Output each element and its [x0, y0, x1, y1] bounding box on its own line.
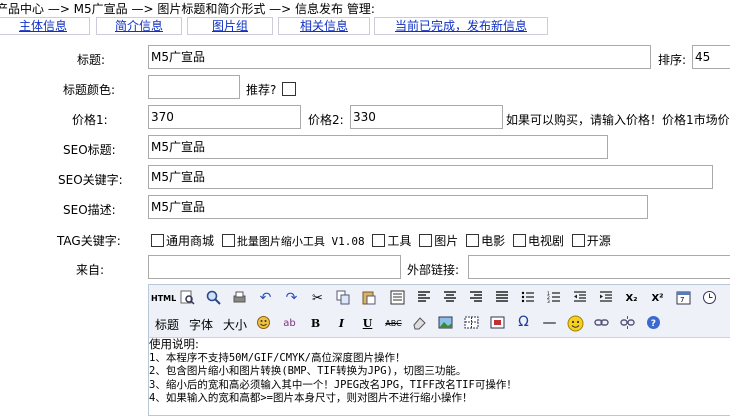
tab-related-info[interactable]: 相关信息	[278, 17, 370, 35]
tag-list: 通用商城 批量图片缩小工具 V1.08 工具 图片 电影 电视剧 开源	[151, 232, 615, 249]
font-dropdown[interactable]: 字体	[189, 316, 213, 333]
tag-item[interactable]: 工具	[372, 234, 411, 248]
redo-icon[interactable]: ↷	[283, 290, 300, 307]
horizontal-rule-icon[interactable]: —	[541, 315, 558, 332]
insert-image-icon[interactable]	[437, 315, 454, 332]
eraser-icon[interactable]	[411, 315, 428, 332]
sort-input[interactable]: 45	[692, 45, 730, 69]
superscript-icon[interactable]: X²	[649, 290, 666, 307]
tag-item[interactable]: 批量图片缩小工具 V1.08	[221, 234, 365, 248]
content-line: 1、本程序不支持50M/GIF/CMYK/高位深度图片操作！	[149, 351, 406, 364]
seo-keywords-input[interactable]: M5广宣品	[148, 165, 713, 189]
help-icon[interactable]: ?	[645, 315, 662, 332]
tag-checkbox[interactable]	[466, 234, 480, 247]
select-all-icon[interactable]	[389, 290, 406, 307]
tag-item[interactable]: 电影	[466, 234, 505, 248]
content-line: 4、如果输入的宽和高都>=图片本身尺寸，则对图片不进行缩小操作！	[149, 392, 473, 404]
tab-publish-new[interactable]: 当前已完成，发布新信息	[374, 17, 548, 35]
tag-item[interactable]: 图片	[419, 234, 458, 248]
title-input[interactable]: M5广宣品	[148, 45, 651, 69]
seo-desc-input[interactable]: M5广宣品	[148, 195, 648, 219]
seo-title-input[interactable]: M5广宣品	[148, 135, 608, 159]
undo-icon[interactable]: ↶	[257, 290, 274, 307]
seo-keywords-label: SEO关键字:	[58, 173, 123, 187]
indent-icon[interactable]	[597, 290, 614, 307]
external-link-input[interactable]	[468, 255, 730, 279]
find-icon[interactable]	[205, 290, 222, 307]
price1-input[interactable]: 370	[148, 105, 301, 129]
tag-checkbox[interactable]	[419, 234, 433, 247]
bold-icon[interactable]: B	[307, 315, 324, 332]
content-line: 使用说明:	[149, 337, 199, 351]
tab-summary-info[interactable]: 简介信息	[96, 17, 182, 35]
special-char-icon[interactable]: Ω	[515, 314, 532, 331]
print-icon[interactable]	[231, 290, 248, 307]
svg-text:3: 3	[547, 299, 550, 304]
breadcrumb: 产品中心 —> M5广宣品 —> 图片标题和简介形式 —> 信息发布 管理:	[0, 2, 375, 16]
recommend-checkbox[interactable]	[282, 82, 297, 96]
copy-icon[interactable]	[335, 290, 352, 307]
from-label: 来自:	[76, 263, 105, 277]
sort-label: 排序:	[658, 53, 687, 67]
seo-desc-label: SEO描述:	[63, 203, 116, 217]
title-label: 标题:	[77, 53, 106, 67]
editor-toolbar-row1: HTML ↶ ↷ ✂ 1 2 3 X₂ X² 7	[149, 285, 730, 311]
html-icon[interactable]: HTML	[151, 290, 176, 307]
smiley-icon[interactable]	[567, 315, 584, 332]
cut-icon[interactable]: ✂	[309, 290, 326, 307]
seo-title-label: SEO标题:	[63, 143, 116, 157]
unordered-list-icon[interactable]	[519, 290, 536, 307]
date-icon[interactable]: 7	[675, 290, 692, 307]
time-icon[interactable]	[701, 290, 718, 307]
tag-item[interactable]: 开源	[571, 234, 611, 248]
align-center-icon[interactable]	[441, 290, 458, 307]
size-dropdown[interactable]: 大小	[223, 316, 247, 333]
italic-icon[interactable]: I	[333, 315, 350, 332]
title-color-input[interactable]	[148, 75, 240, 99]
highlight-color-icon[interactable]: ab	[281, 315, 298, 332]
tag-checkbox[interactable]	[372, 234, 386, 247]
tag-checkbox[interactable]	[512, 234, 526, 247]
tab-main-info[interactable]: 主体信息	[0, 17, 90, 35]
insert-table-icon[interactable]	[463, 315, 480, 332]
align-left-icon[interactable]	[415, 290, 432, 307]
unlink-icon[interactable]	[619, 315, 636, 332]
align-right-icon[interactable]	[467, 290, 484, 307]
rich-text-editor: HTML ↶ ↷ ✂ 1 2 3 X₂ X² 7 标题 字体 大小 ab B I…	[148, 284, 730, 416]
subscript-icon[interactable]: X₂	[623, 290, 640, 307]
svg-text:?: ?	[651, 319, 656, 329]
editor-toolbar-row2: 标题 字体 大小 ab B I U ABC Ω — ?	[149, 311, 730, 338]
external-link-label: 外部链接:	[407, 263, 460, 277]
paste-icon[interactable]	[361, 290, 378, 307]
price2-label: 价格2:	[308, 113, 344, 127]
format-dropdown[interactable]: 标题	[155, 316, 179, 333]
tag-checkbox[interactable]	[151, 234, 164, 247]
recommend-text: 推荐?	[246, 83, 277, 97]
tag-checkbox[interactable]	[571, 234, 585, 247]
title-color-label: 标题颜色:	[63, 83, 116, 97]
svg-text:7: 7	[680, 296, 684, 304]
price1-label: 价格1:	[72, 113, 108, 127]
underline-icon[interactable]: U	[359, 315, 376, 332]
from-input[interactable]	[148, 255, 401, 279]
tag-label: TAG关键字:	[57, 234, 121, 248]
editor-content[interactable]: 使用说明: 1、本程序不支持50M/GIF/CMYK/高位深度图片操作！ 2、包…	[149, 337, 517, 406]
recommend-label: 推荐?	[246, 81, 298, 98]
insert-flash-icon[interactable]	[489, 315, 506, 332]
content-line: 3、缩小后的宽和高必须输入其中一个！JPEG改名JPG，TIFF改名TIF可操作…	[149, 378, 517, 391]
tag-checkbox[interactable]	[221, 234, 235, 247]
price2-input[interactable]: 330	[350, 105, 503, 129]
tag-item[interactable]: 通用商城	[151, 234, 214, 248]
outdent-icon[interactable]	[571, 290, 588, 307]
emoticon-icon[interactable]	[255, 315, 272, 332]
preview-icon[interactable]	[179, 290, 196, 307]
ordered-list-icon[interactable]: 123	[545, 290, 562, 307]
content-line: 2、包含图片缩小和图片转换(BMP、TIF转换为JPG)，切图三功能。	[149, 365, 467, 377]
tab-image-group[interactable]: 图片组	[187, 17, 273, 35]
tag-item[interactable]: 电视剧	[512, 234, 564, 248]
link-icon[interactable]	[593, 315, 610, 332]
price-hint: 如果可以购买，请输入价格！价格1市场价	[506, 113, 730, 127]
strikethrough-icon[interactable]: ABC	[385, 315, 402, 332]
justify-icon[interactable]	[493, 290, 510, 307]
